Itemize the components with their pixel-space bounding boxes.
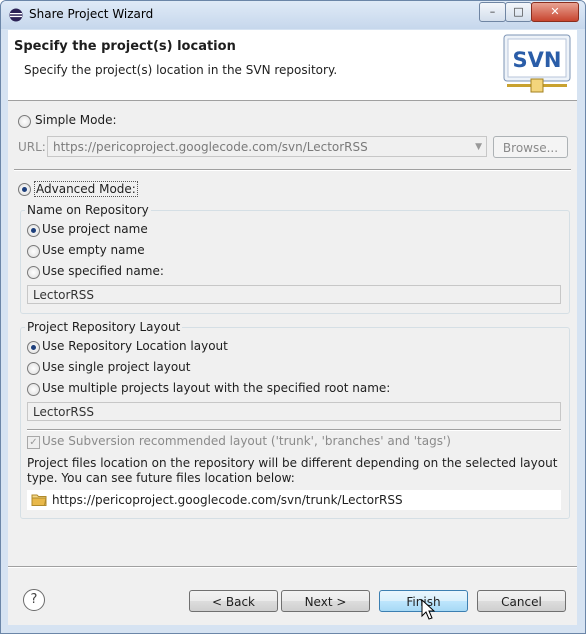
name-on-repository-title: Name on Repository [25,203,151,217]
cancel-button[interactable]: Cancel [477,590,566,612]
close-button[interactable]: ✕ [531,2,579,22]
browse-button[interactable]: Browse... [493,136,568,158]
page-description: Specify the project(s) location in the S… [24,63,338,77]
layout-info-text: Project files location on the repository… [27,456,558,485]
use-multiple-projects-layout-label[interactable]: Use multiple projects layout with the sp… [42,381,390,395]
simple-mode-label[interactable]: Simple Mode: [35,113,117,127]
use-single-project-layout-radio[interactable] [27,362,40,375]
use-specified-name-radio[interactable] [27,266,40,279]
future-location-path: https://pericoproject.googlecode.com/svn… [52,493,403,507]
simple-mode-radio[interactable] [18,115,31,128]
eclipse-icon [9,8,23,22]
title-bar[interactable]: Share Project Wizard – □ ✕ [1,1,585,29]
next-button[interactable]: Next > [281,590,370,612]
project-repository-layout-title: Project Repository Layout [25,320,183,334]
use-repository-location-layout-radio[interactable] [27,341,40,354]
wizard-window: Share Project Wizard – □ ✕ Specify the p… [0,0,586,634]
use-specified-name-label[interactable]: Use specified name: [42,264,164,278]
use-project-name-radio[interactable] [27,224,40,237]
advanced-mode-radio[interactable] [18,183,31,196]
use-multiple-projects-layout-radio[interactable] [27,383,40,396]
advanced-mode-label[interactable]: Advanced Mode: [34,181,138,197]
divider [8,566,577,568]
specified-name-field[interactable]: LectorRSS [27,285,561,304]
window-title: Share Project Wizard [29,7,154,21]
divider [27,429,561,431]
chevron-down-icon[interactable]: ▼ [475,137,482,158]
back-button[interactable]: < Back [189,590,278,612]
wizard-content: Specify the project(s) location Specify … [8,30,577,625]
maximize-button[interactable]: □ [505,2,532,22]
svn-logo-icon: SVN [503,34,571,93]
recommended-layout-label[interactable]: Use Subversion recommended layout ('trun… [42,434,451,448]
recommended-layout-checkbox[interactable]: ✓ [27,436,40,449]
future-location-box: https://pericoproject.googlecode.com/svn… [27,490,561,510]
page-title: Specify the project(s) location [14,39,236,54]
svn-logo-text: SVN [513,48,562,72]
use-single-project-layout-label[interactable]: Use single project layout [42,360,190,374]
minimize-button[interactable]: – [479,2,506,22]
use-empty-name-label[interactable]: Use empty name [42,243,145,257]
url-value: https://pericoproject.googlecode.com/svn… [53,140,368,154]
folder-icon [31,494,47,506]
help-icon[interactable]: ? [23,589,45,611]
wizard-header: Specify the project(s) location Specify … [8,30,577,101]
url-label: URL: [18,140,46,154]
use-repository-location-layout-label[interactable]: Use Repository Location layout [42,339,228,353]
mouse-cursor-icon [421,599,435,620]
url-combo[interactable]: https://pericoproject.googlecode.com/svn… [47,136,487,157]
divider [14,169,571,171]
root-name-field[interactable]: LectorRSS [27,402,561,421]
use-project-name-label[interactable]: Use project name [42,222,148,236]
use-empty-name-radio[interactable] [27,245,40,258]
